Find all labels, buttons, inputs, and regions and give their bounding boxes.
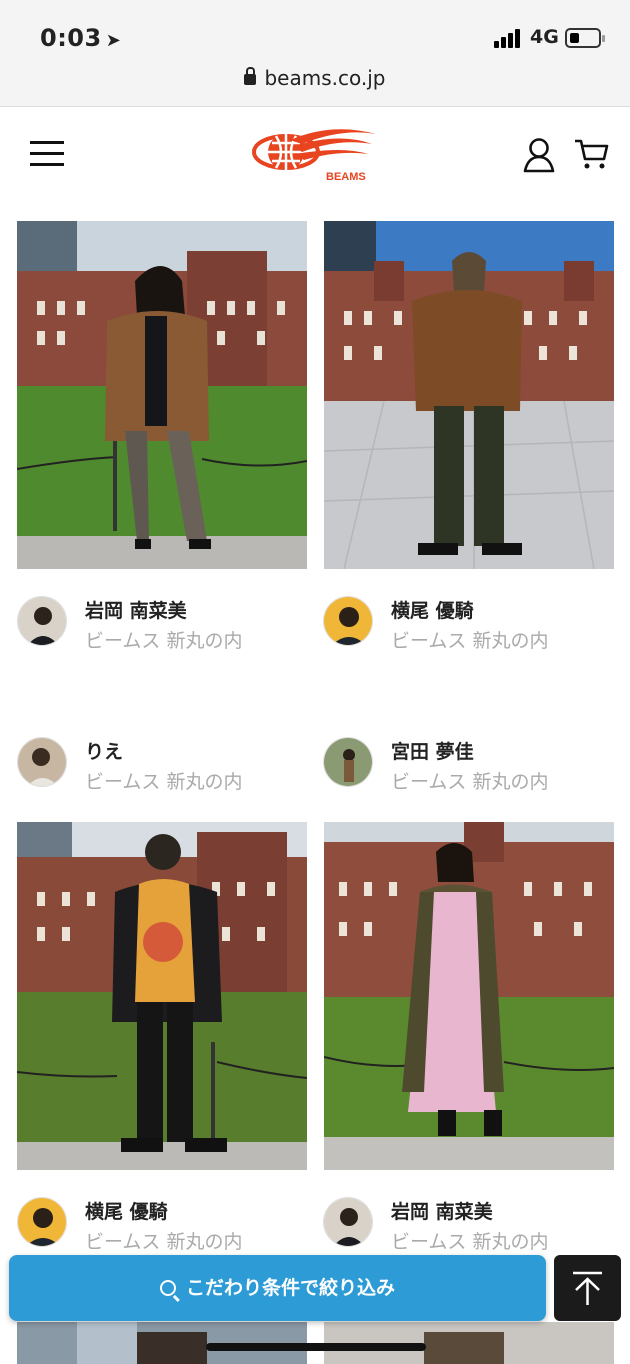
staff-store: ビームス 新丸の内 [391, 771, 549, 793]
staff-info[interactable]: 横尾 優騎 ビームス 新丸の内 [323, 596, 613, 656]
staff-store: ビームス 新丸の内 [85, 1231, 243, 1253]
back-to-top-button[interactable] [554, 1255, 621, 1321]
staff-name: 岩岡 南菜美 [391, 1201, 493, 1223]
status-bar: 0:03 ➤ 4G beams.co.jp [0, 0, 630, 107]
staff-photo[interactable] [17, 221, 307, 569]
search-icon [159, 1280, 176, 1296]
avatar [323, 737, 373, 787]
home-indicator[interactable] [206, 1343, 426, 1351]
filter-label: こだわり条件で絞り込み [185, 1277, 395, 1299]
staff-name: 岩岡 南菜美 [85, 600, 187, 622]
arrow-up-icon [573, 1271, 602, 1305]
status-time: 0:03 ➤ [40, 24, 122, 52]
cart-icon[interactable] [574, 138, 610, 172]
avatar [323, 596, 373, 646]
lock-icon [244, 67, 257, 85]
staff-photo[interactable] [324, 221, 614, 569]
network-type: 4G [530, 26, 559, 48]
menu-icon[interactable] [30, 141, 64, 167]
url-text: beams.co.jp [264, 66, 386, 90]
staff-name: 宮田 夢佳 [391, 741, 474, 763]
staff-photo[interactable] [324, 822, 614, 1170]
beams-logo[interactable]: BEAMS [252, 124, 380, 184]
signal-icon [494, 28, 524, 48]
address-bar[interactable]: beams.co.jp [0, 66, 630, 90]
staff-name: 横尾 優騎 [85, 1201, 168, 1223]
logo-text: BEAMS [326, 171, 366, 183]
staff-info[interactable]: 宮田 夢佳 ビームス 新丸の内 [323, 737, 613, 797]
staff-info[interactable]: 岩岡 南菜美 ビームス 新丸の内 [323, 1197, 613, 1257]
staff-store: ビームス 新丸の内 [85, 771, 243, 793]
staff-name: 横尾 優騎 [391, 600, 474, 622]
staff-info[interactable]: 横尾 優騎 ビームス 新丸の内 [17, 1197, 307, 1257]
staff-store: ビームス 新丸の内 [391, 630, 549, 652]
avatar [17, 596, 67, 646]
filter-button[interactable]: こだわり条件で絞り込み [9, 1255, 546, 1321]
avatar [323, 1197, 373, 1247]
avatar [17, 737, 67, 787]
site-header: BEAMS [0, 108, 630, 200]
staff-name: りえ [85, 741, 124, 763]
staff-info[interactable]: 岩岡 南菜美 ビームス 新丸の内 [17, 596, 307, 656]
staff-store: ビームス 新丸の内 [391, 1231, 549, 1253]
staff-photo[interactable] [17, 822, 307, 1170]
avatar [17, 1197, 67, 1247]
staff-info[interactable]: りえ ビームス 新丸の内 [17, 737, 307, 797]
staff-store: ビームス 新丸の内 [85, 630, 243, 652]
user-icon[interactable] [522, 137, 556, 173]
location-arrow-icon: ➤ [105, 30, 122, 51]
battery-icon [565, 28, 605, 48]
